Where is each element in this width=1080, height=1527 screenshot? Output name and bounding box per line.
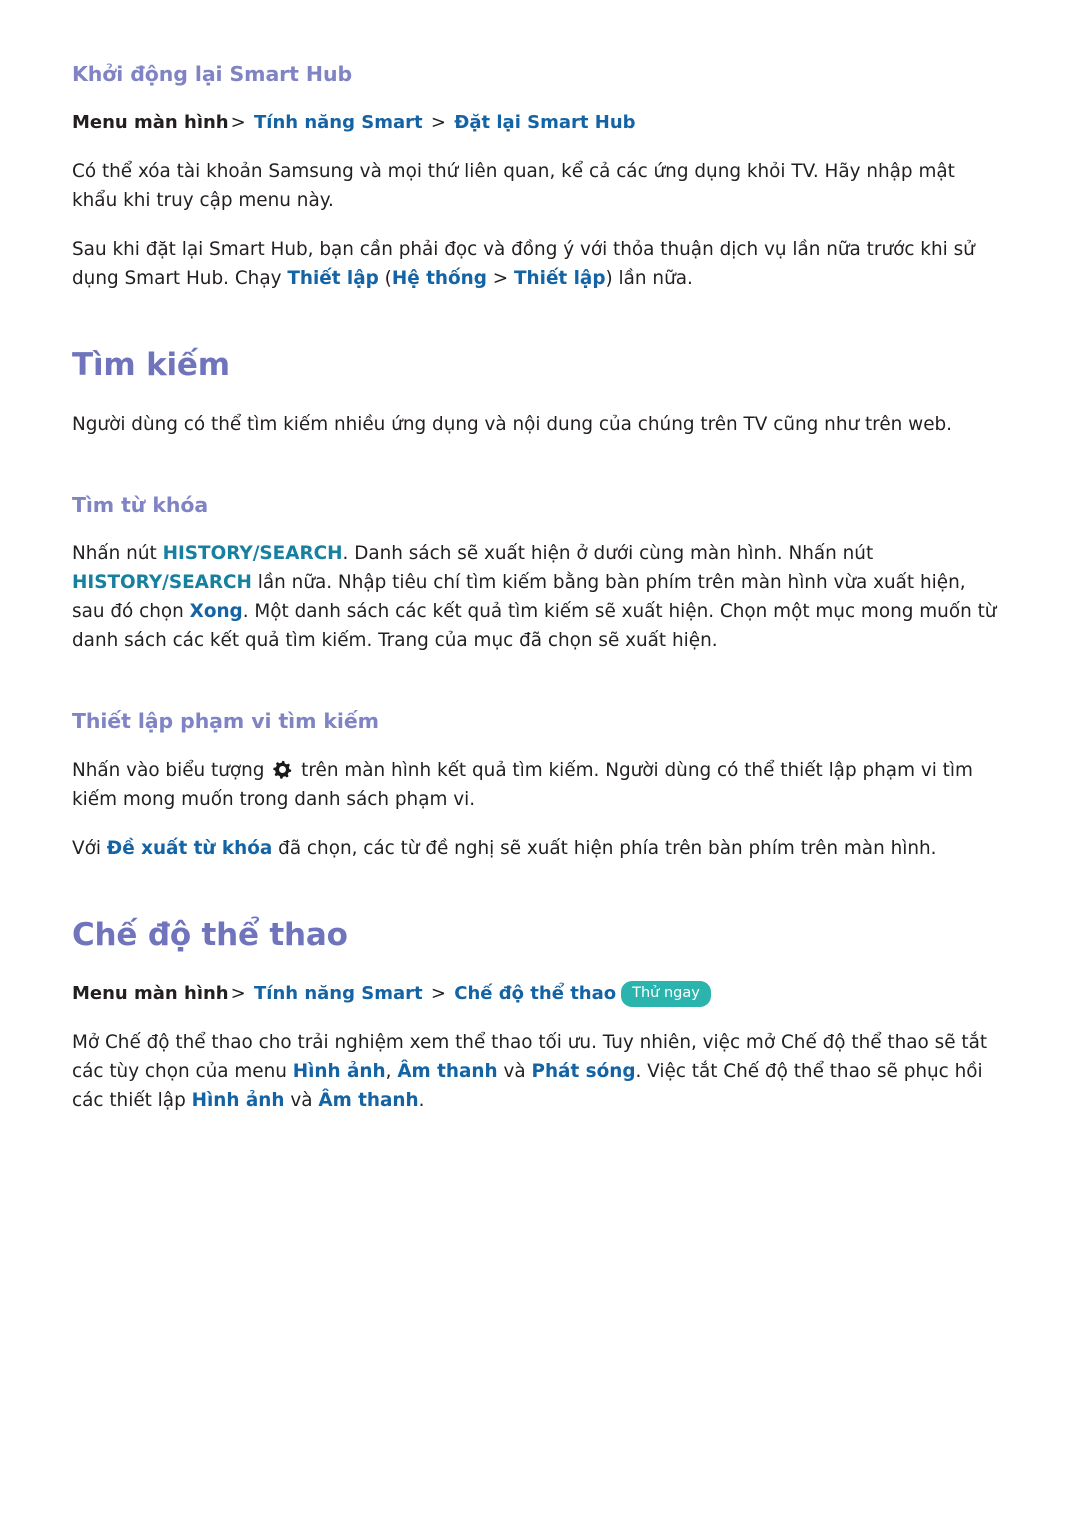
paragraph-search-scope-2: Với Đề xuất từ khóa đã chọn, các từ đề n…: [72, 834, 1002, 863]
paragraph-smart-hub-reset-2: Sau khi đặt lại Smart Hub, bạn cần phải …: [72, 235, 1002, 293]
text-run: Với: [72, 837, 107, 859]
keyword-history-search-2[interactable]: HISTORY/SEARCH: [72, 572, 252, 593]
keyword-broadcasting[interactable]: Phát sóng: [531, 1061, 635, 1082]
paragraph-sports-mode: Mở Chế độ thể thao cho trải nghiệm xem t…: [72, 1028, 1002, 1115]
keyword-done[interactable]: Xong: [190, 601, 243, 622]
keyword-system[interactable]: Hệ thống: [392, 268, 487, 289]
breadcrumb-item-smart-features[interactable]: Tính năng Smart: [254, 983, 423, 1004]
breadcrumb-root: Menu màn hình: [72, 983, 229, 1005]
text-run: >: [486, 267, 515, 289]
text-run: ,: [385, 1061, 398, 1083]
paragraph-search-scope-1: Nhấn vào biểu tượng trên màn hình kết qu…: [72, 756, 1002, 814]
breadcrumb-separator: >: [230, 111, 246, 133]
document-page: Khởi động lại Smart Hub Menu màn hình > T…: [0, 0, 1080, 1527]
text-run: (: [378, 267, 392, 289]
heading-keyword-search: Tìm từ khóa: [72, 492, 209, 517]
keyword-suggested-keywords[interactable]: Đề xuất từ khóa: [107, 838, 273, 859]
keyword-picture-2[interactable]: Hình ảnh: [192, 1090, 285, 1111]
text-run: . Danh sách sẽ xuất hiện ở dưới cùng màn…: [342, 543, 874, 565]
breadcrumb-item-reset-smart-hub[interactable]: Đặt lại Smart Hub: [454, 112, 635, 133]
text-run: đã chọn, các từ đề nghị sẽ xuất hiện phí…: [272, 837, 937, 859]
breadcrumb-separator: >: [230, 983, 246, 1005]
keyword-picture[interactable]: Hình ảnh: [293, 1061, 386, 1082]
text-run: ) lần nữa.: [605, 267, 693, 289]
keyword-setup[interactable]: Thiết lập: [287, 268, 379, 289]
heading-smart-hub-reset: Khởi động lại Smart Hub: [72, 62, 353, 86]
breadcrumb-sports-mode: Menu màn hình > Tính năng Smart > Chế độ …: [72, 980, 1002, 1008]
text-run: .: [418, 1090, 425, 1112]
text-run: Nhấn nút: [72, 543, 163, 565]
breadcrumb-root: Menu màn hình: [72, 111, 229, 133]
breadcrumb-separator: >: [430, 983, 446, 1005]
text-run: và: [284, 1090, 319, 1112]
text-run: Nhấn vào biểu tượng: [72, 759, 271, 781]
keyword-sound[interactable]: Âm thanh: [397, 1061, 497, 1082]
breadcrumb-item-sports-mode[interactable]: Chế độ thể thao: [454, 983, 616, 1004]
breadcrumb-separator: >: [430, 111, 446, 133]
paragraph-keyword-search: Nhấn nút HISTORY/SEARCH. Danh sách sẽ xu…: [72, 539, 1002, 655]
heading-sports-mode: Chế độ thể thao: [72, 916, 348, 953]
paragraph-smart-hub-reset-1: Có thể xóa tài khoản Samsung và mọi thứ …: [72, 160, 955, 211]
keyword-history-search-1[interactable]: HISTORY/SEARCH: [163, 543, 343, 564]
heading-search-scope: Thiết lập phạm vi tìm kiếm: [72, 709, 379, 734]
try-now-badge[interactable]: Thử ngay: [621, 981, 711, 1007]
paragraph-search-intro: Người dùng có thể tìm kiếm nhiều ứng dụn…: [72, 413, 953, 435]
gear-icon[interactable]: [273, 760, 292, 779]
keyword-setup-2[interactable]: Thiết lập: [514, 268, 606, 289]
breadcrumb-smart-hub-reset: Menu màn hình > Tính năng Smart > Đặt lại…: [72, 109, 1002, 137]
heading-search: Tìm kiếm: [72, 346, 230, 383]
keyword-sound-2[interactable]: Âm thanh: [318, 1090, 418, 1111]
breadcrumb-item-smart-features[interactable]: Tính năng Smart: [254, 112, 423, 133]
text-run: và: [497, 1061, 532, 1083]
